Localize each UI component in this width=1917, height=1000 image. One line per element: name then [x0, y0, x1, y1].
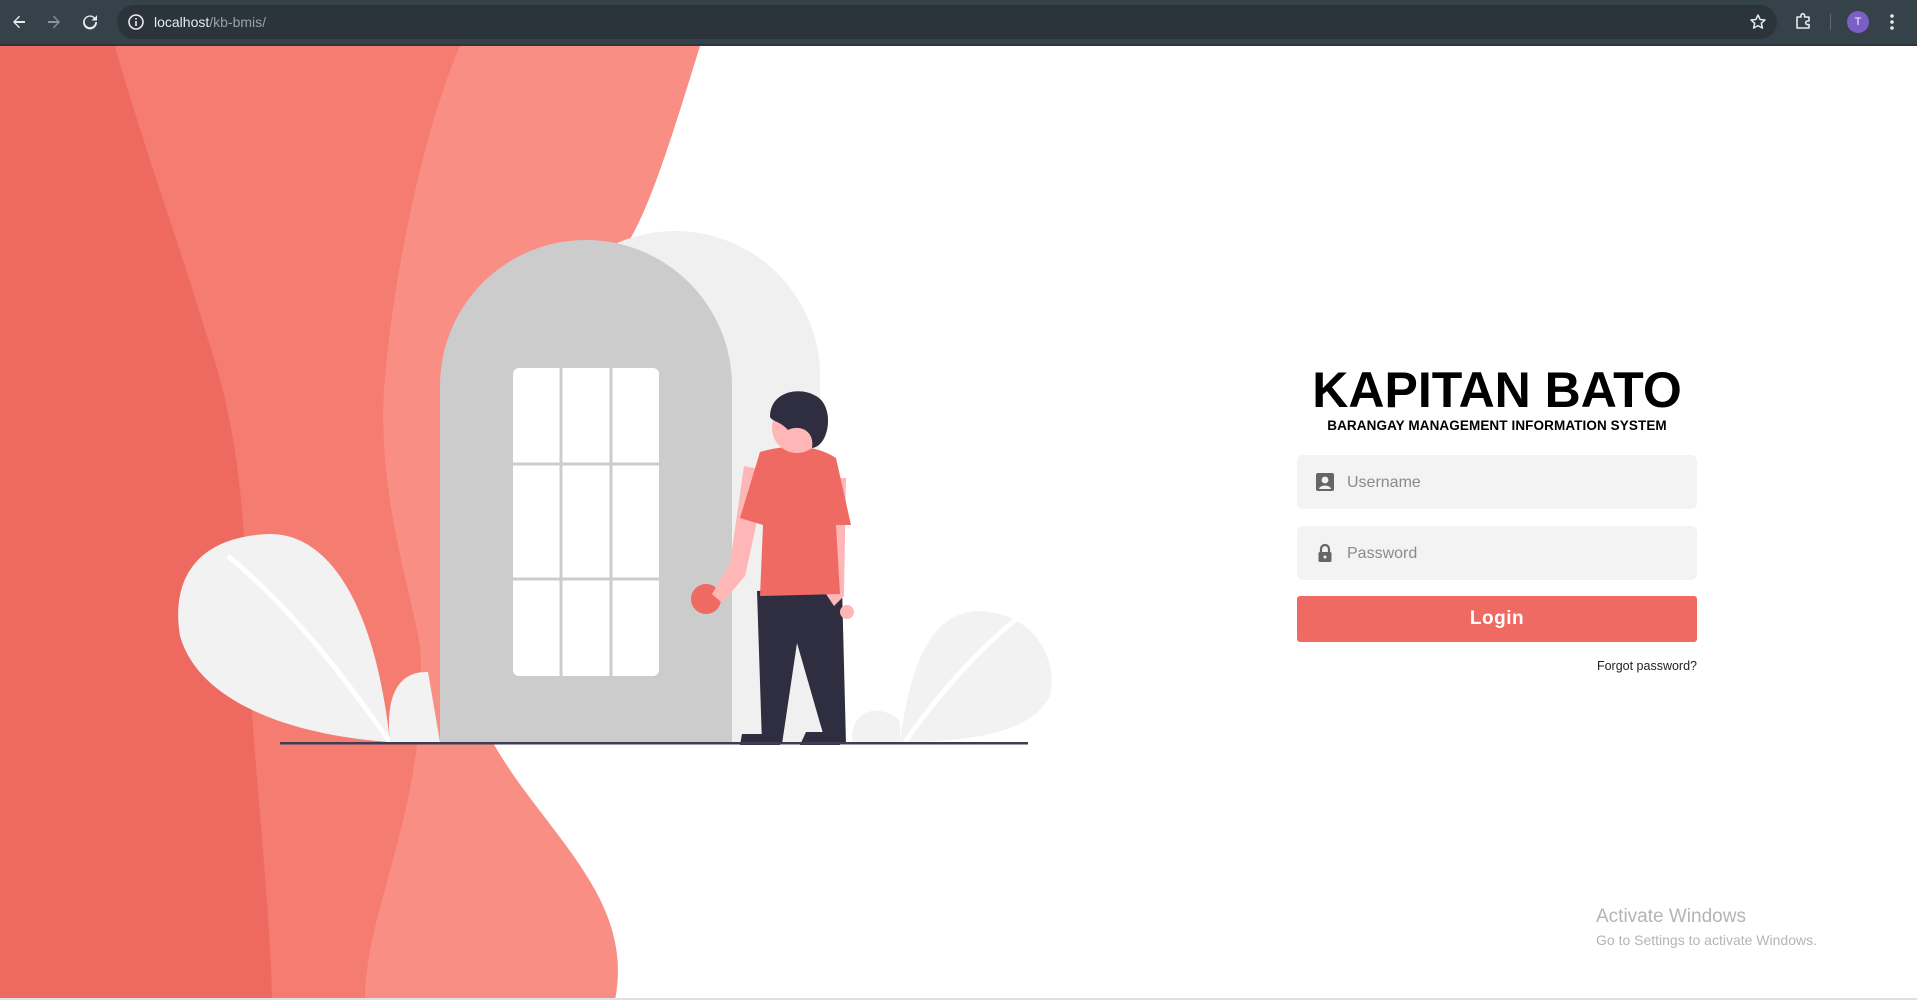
page-title: KAPITAN BATO [1312, 362, 1682, 418]
password-input[interactable] [1345, 526, 1689, 582]
watermark-title: Activate Windows [1596, 906, 1746, 927]
address-bar[interactable]: localhost/kb-bmis/ [117, 5, 1777, 39]
door-illustration [0, 46, 1052, 1000]
watermark-subtitle: Go to Settings to activate Windows. [1596, 932, 1817, 948]
login-form: KAPITAN BATO BARANGAY MANAGEMENT INFORMA… [1297, 364, 1697, 673]
username-field[interactable] [1297, 455, 1697, 511]
bookmark-star-icon[interactable] [1749, 13, 1767, 31]
back-icon[interactable] [7, 10, 31, 34]
lock-icon [1318, 543, 1332, 562]
browser-toolbar: localhost/kb-bmis/ T [0, 0, 1917, 46]
menu-icon[interactable] [1886, 11, 1898, 33]
extensions-icon[interactable] [1794, 11, 1814, 31]
windows-activation-watermark: Activate Windows Go to Settings to activ… [1596, 906, 1817, 948]
url-path: /kb-bmis/ [209, 14, 267, 30]
reload-icon[interactable] [78, 10, 102, 34]
ground-line [280, 742, 1028, 745]
password-field[interactable] [1297, 526, 1697, 582]
username-input[interactable] [1345, 455, 1689, 511]
url-host: localhost [154, 14, 210, 30]
site-info-icon[interactable] [127, 13, 145, 31]
page-subtitle: BARANGAY MANAGEMENT INFORMATION SYSTEM [1327, 418, 1667, 433]
forgot-password-link[interactable]: Forgot password? [1297, 659, 1697, 673]
toolbar-divider [1830, 14, 1831, 30]
door-window [513, 368, 659, 676]
url-text[interactable]: localhost/kb-bmis/ [154, 14, 266, 30]
forward-icon[interactable] [42, 10, 66, 34]
user-card-icon [1316, 473, 1334, 491]
avatar[interactable]: T [1847, 11, 1869, 33]
login-page: KAPITAN BATO BARANGAY MANAGEMENT INFORMA… [0, 46, 1917, 1000]
login-button[interactable]: Login [1297, 596, 1697, 642]
leaf-right [851, 611, 1052, 744]
